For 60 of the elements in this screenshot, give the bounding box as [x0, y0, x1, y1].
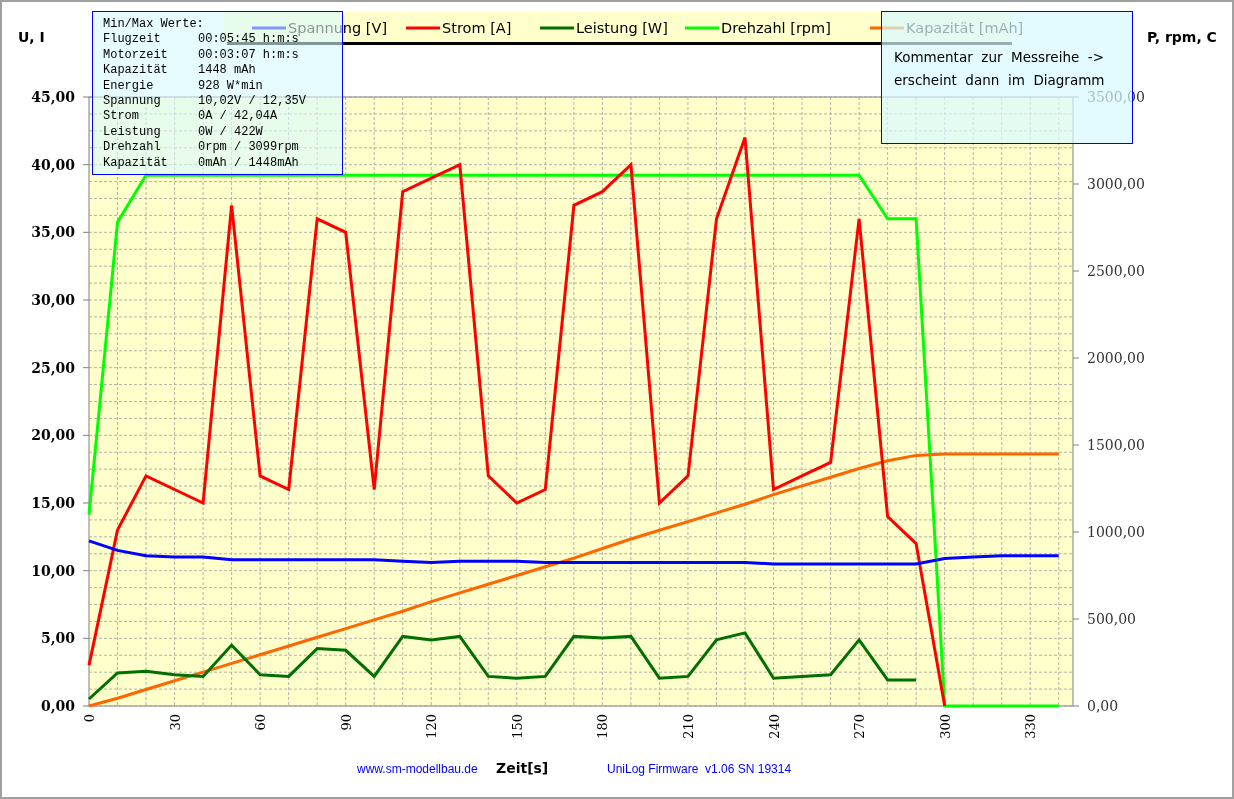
y-tick-label: 20,00 — [31, 427, 75, 444]
firmware-info: UniLog Firmware v1.06 SN 19314 — [607, 762, 792, 776]
legend-item: Leistung [W] — [540, 20, 668, 36]
y-tick-label: 30,00 — [31, 292, 75, 308]
panel-title: Min/Max Werte: — [103, 17, 204, 33]
legend-label: Leistung [W] — [576, 20, 668, 36]
x-tick-label: 30 — [167, 714, 183, 731]
x-tick-label: 180 — [595, 714, 611, 739]
stat-label: Strom — [103, 109, 139, 125]
y-tick-label: 1500,00 — [1087, 437, 1145, 453]
stat-label: Kapazität — [103, 155, 168, 172]
stat-label: Energie — [103, 78, 154, 95]
right-axis-title: P, rpm, C — [1147, 29, 1217, 45]
y-tick-label: 1000,00 — [1087, 524, 1145, 540]
y-tick-label: 45,00 — [31, 89, 75, 105]
x-axis-title: Zeit[s] — [496, 760, 549, 776]
left-axis-title: U, I — [18, 29, 45, 45]
stat-label: Kapazität — [103, 63, 168, 79]
stat-value: 0mAh / 1448mAh — [198, 155, 299, 172]
legend-label: Drehzahl [rpm] — [721, 20, 831, 36]
y-tick-label: 3000,00 — [1087, 176, 1145, 192]
stat-label: Drehzahl — [103, 140, 161, 156]
comment-text: erscheint dann im Diagramm — [894, 71, 1105, 90]
stat-label: Flugzeit — [103, 32, 161, 48]
y-tick-label: 15,00 — [31, 495, 75, 511]
x-tick-label: 0 — [82, 714, 97, 723]
y-tick-label: 0,00 — [40, 698, 75, 714]
comment-text: Kommentar zur Messreihe -> — [894, 48, 1105, 67]
y-tick-label: 40,00 — [31, 156, 75, 173]
y-tick-label: 500,00 — [1087, 611, 1136, 627]
stat-value: 928 W*min — [198, 78, 263, 95]
x-tick-label: 240 — [766, 714, 782, 739]
x-tick-label: 270 — [852, 714, 868, 739]
y-tick-label: 10,00 — [31, 562, 75, 579]
legend-item: Drehzahl [rpm] — [685, 20, 831, 36]
stat-value: 00:03:07 h:m:s — [198, 47, 299, 64]
x-tick-label: 90 — [338, 714, 354, 731]
y-tick-label: 35,00 — [31, 224, 75, 241]
legend-label: Strom [A] — [442, 20, 512, 36]
x-tick-label: 330 — [1023, 714, 1039, 739]
legend-item: Strom [A] — [406, 20, 512, 36]
y-tick-label: 25,00 — [31, 359, 75, 376]
y-tick-label: 5,00 — [40, 630, 75, 647]
y-tick-label: 0,00 — [1087, 698, 1119, 714]
x-tick-label: 150 — [509, 714, 525, 739]
stat-label: Spannung — [103, 94, 161, 110]
x-tick-label: 210 — [680, 714, 696, 739]
stat-label: Leistung — [103, 124, 161, 141]
y-tick-label: 2500,00 — [1087, 263, 1145, 279]
stat-value: 0rpm / 3099rpm — [198, 140, 299, 156]
x-tick-label: 120 — [424, 714, 440, 739]
stat-value: 10,02V / 12,35V — [198, 94, 307, 110]
stat-label: Motorzeit — [103, 47, 168, 64]
stat-value: 0W / 422W — [198, 124, 263, 141]
stat-value: 1448 mAh — [198, 63, 256, 79]
x-tick-label: 300 — [937, 714, 953, 739]
stat-value: 0A / 42,04A — [198, 109, 278, 125]
legend-label: Kapazität [mAh] — [906, 20, 1024, 36]
x-tick-label: 60 — [253, 714, 269, 731]
y-tick-label: 2000,00 — [1087, 350, 1145, 366]
